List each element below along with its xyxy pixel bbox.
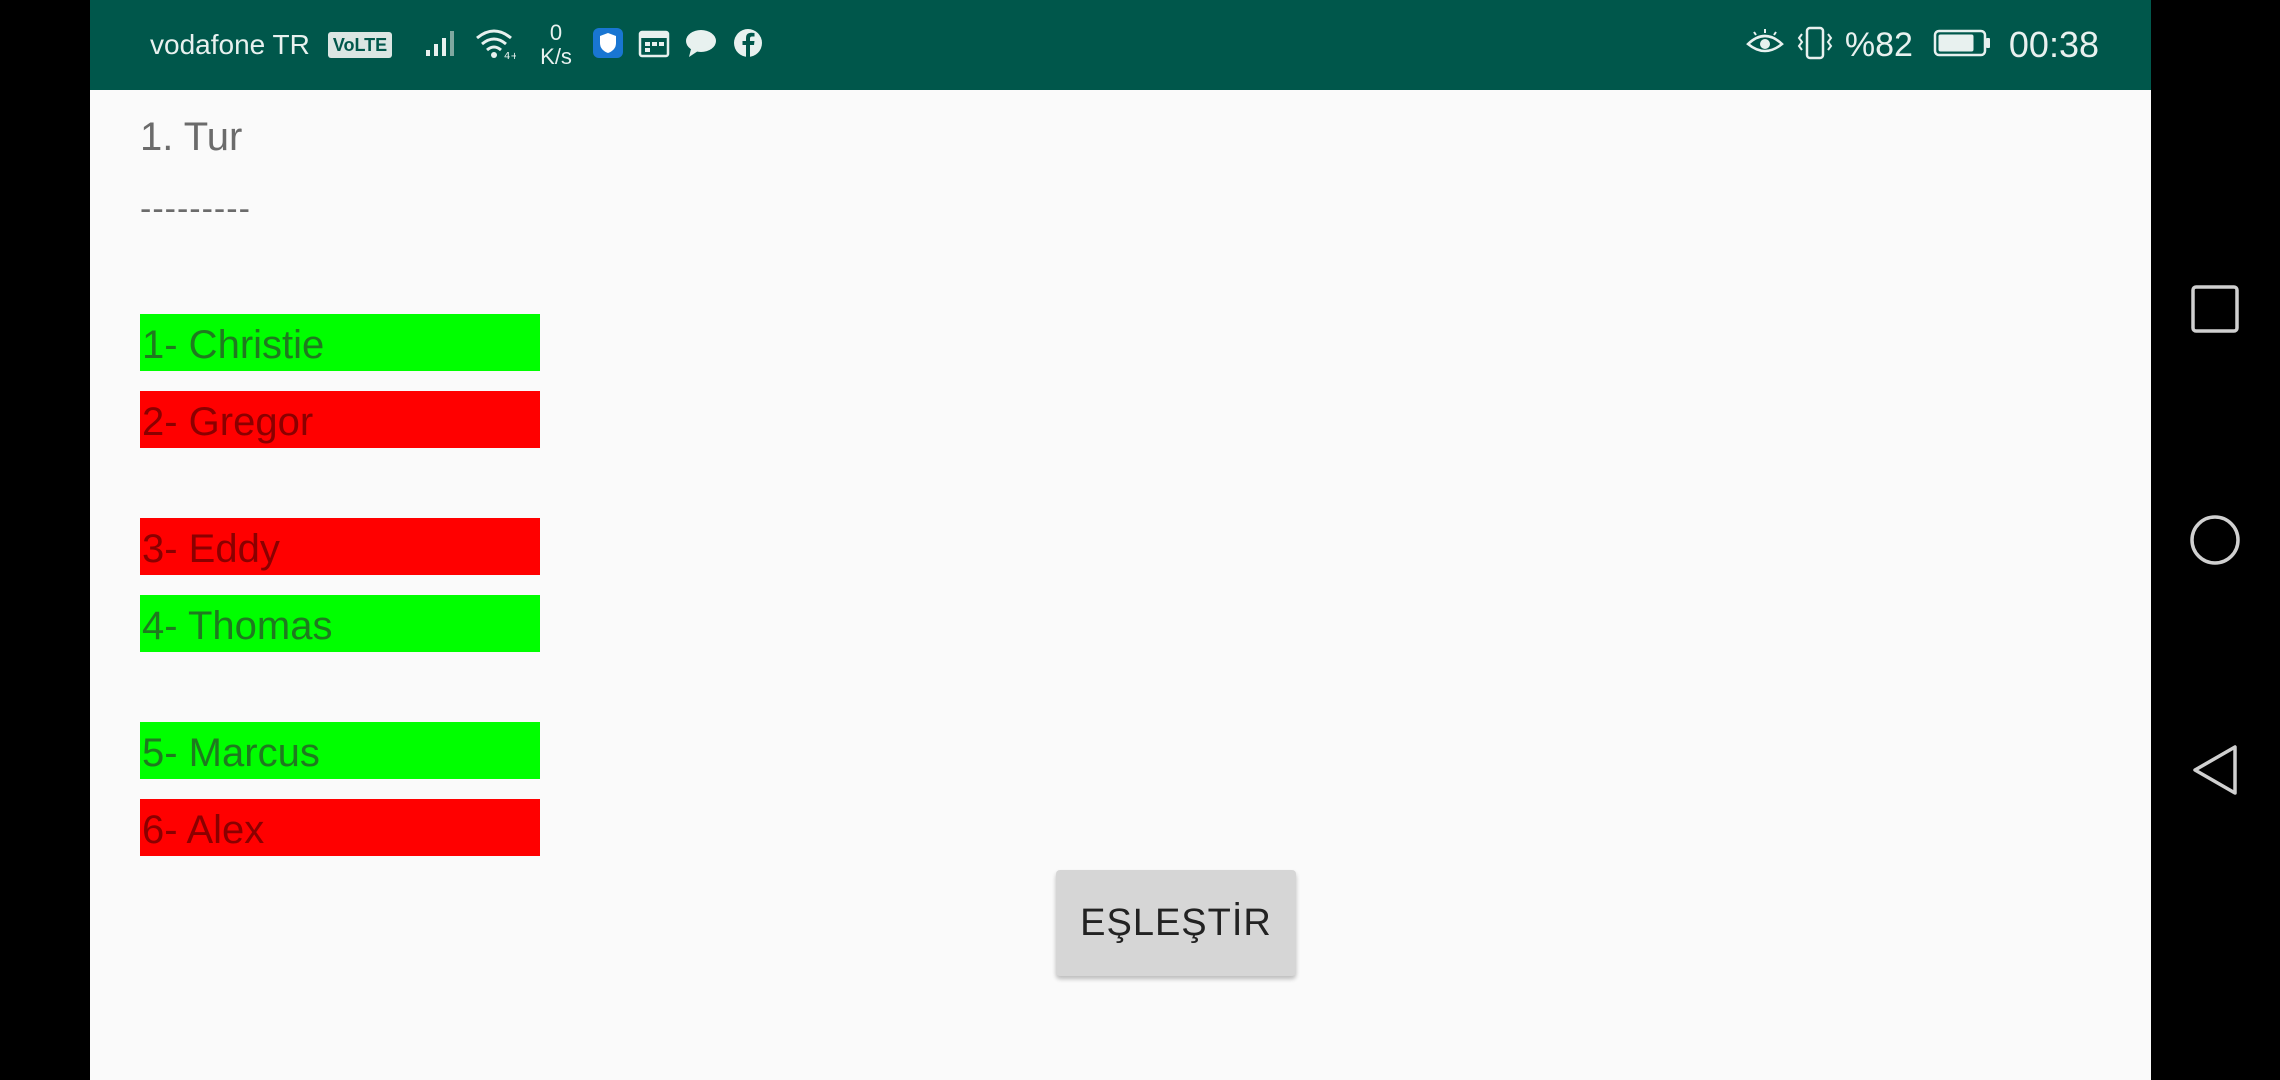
- svg-text:4+: 4+: [504, 51, 516, 60]
- status-bar-right: %82 00:38: [1745, 0, 2099, 90]
- wifi-icon: 4+: [474, 26, 519, 65]
- clock: 00:38: [2008, 24, 2099, 65]
- recents-square-icon[interactable]: [2189, 283, 2241, 335]
- battery-percent: %82: [1844, 25, 1913, 64]
- player-row-3: 3- Eddy: [140, 518, 540, 575]
- left-black-strip: [0, 0, 90, 1080]
- network-speed-value: 0: [549, 20, 563, 45]
- calendar-icon: [638, 28, 670, 63]
- carrier-name: vodafone TR: [150, 29, 310, 60]
- shield-icon: [592, 27, 624, 64]
- player-row-5: 5- Marcus: [140, 722, 540, 779]
- match-button[interactable]: EŞLEŞTİR: [1056, 870, 1296, 976]
- app-content: 1. Tur --------- 1- Christie 2- Gregor 3…: [90, 90, 2151, 1080]
- separator-line: ---------: [140, 190, 251, 228]
- volte-badge: VoLTE: [327, 32, 393, 58]
- player-row-6: 6- Alex: [140, 799, 540, 856]
- player-row-2: 2- Gregor: [140, 391, 540, 448]
- network-speed-unit: K/s: [540, 44, 572, 69]
- facebook-icon: [732, 27, 764, 64]
- home-circle-icon[interactable]: [2189, 514, 2241, 566]
- player-row-4: 4- Thomas: [140, 595, 540, 652]
- eye-comfort-icon: [1745, 28, 1785, 63]
- signal-icon: [424, 28, 460, 63]
- status-bar: vodafone TR VoLTE 4+ 0 K/s %82 00:38: [90, 0, 2151, 90]
- battery-icon: [1933, 28, 1993, 63]
- back-triangle-icon[interactable]: [2189, 744, 2241, 796]
- chat-icon: [684, 27, 718, 64]
- navigation-bar: [2151, 0, 2280, 1080]
- round-title: 1. Tur: [140, 115, 243, 159]
- player-row-1: 1- Christie: [140, 314, 540, 371]
- network-speed: 0 K/s: [540, 21, 572, 69]
- status-bar-left: vodafone TR VoLTE 4+ 0 K/s: [150, 0, 764, 90]
- vibrate-icon: [1795, 26, 1835, 65]
